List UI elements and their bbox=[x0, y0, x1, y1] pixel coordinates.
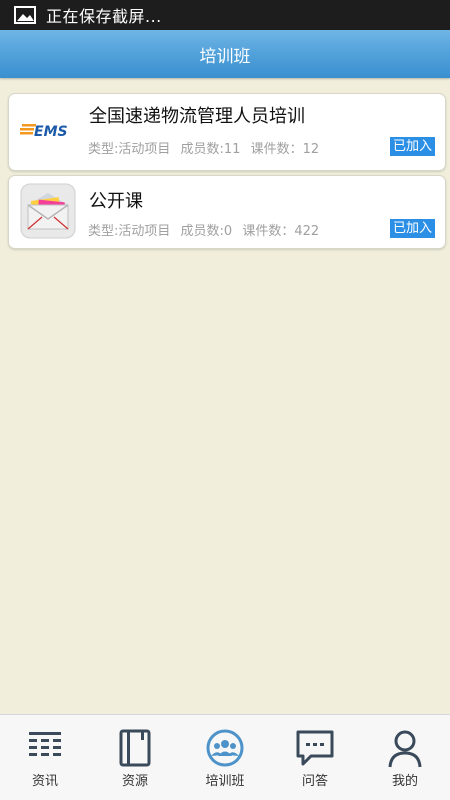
bottom-tab-bar: 资讯 资源 培训班 问答 我的 bbox=[0, 714, 450, 800]
book-icon bbox=[119, 729, 151, 767]
page-title: 培训班 bbox=[199, 46, 251, 67]
course-type: 类型:活动项目 bbox=[88, 142, 171, 157]
course-lessons: 课件数：422 bbox=[242, 224, 320, 239]
svg-text:EMS: EMS bbox=[34, 124, 68, 140]
chat-icon bbox=[296, 730, 334, 766]
tab-me[interactable]: 我的 bbox=[360, 715, 450, 800]
tab-qa[interactable]: 问答 bbox=[270, 715, 360, 800]
user-icon bbox=[388, 730, 422, 768]
status-text: 正在保存截屏... bbox=[46, 7, 162, 26]
course-title: 全国速递物流管理人员培训 bbox=[89, 106, 305, 127]
tab-news[interactable]: 资讯 bbox=[0, 715, 90, 800]
course-members: 成员数:11 bbox=[180, 142, 241, 157]
group-icon bbox=[206, 729, 244, 767]
joined-badge: 已加入 bbox=[389, 137, 435, 156]
tab-label: 资源 bbox=[121, 774, 148, 789]
image-icon bbox=[14, 6, 36, 24]
header-bar: 培训班 bbox=[0, 30, 450, 78]
tab-resources[interactable]: 资源 bbox=[90, 715, 180, 800]
course-type: 类型:活动项目 bbox=[88, 224, 171, 239]
joined-badge: 已加入 bbox=[389, 219, 435, 238]
course-lessons: 课件数：12 bbox=[250, 142, 320, 157]
tab-training[interactable]: 培训班 bbox=[180, 715, 270, 800]
news-icon bbox=[29, 732, 61, 756]
envelope-icon bbox=[20, 183, 76, 239]
course-meta: 类型:活动项目 成员数:0 课件数：422 bbox=[88, 220, 325, 239]
course-title: 公开课 bbox=[89, 191, 143, 212]
tab-label: 问答 bbox=[301, 774, 328, 789]
course-card[interactable]: EMS 全国速递物流管理人员培训 类型:活动项目 成员数:11 课件数：12 已… bbox=[8, 93, 446, 171]
tab-label: 资讯 bbox=[31, 774, 58, 789]
ems-logo: EMS bbox=[20, 124, 68, 140]
course-card[interactable]: 公开课 类型:活动项目 成员数:0 课件数：422 已加入 bbox=[8, 175, 446, 249]
status-bar: 正在保存截屏... bbox=[0, 0, 450, 30]
tab-label: 培训班 bbox=[205, 774, 245, 789]
course-members: 成员数:0 bbox=[180, 224, 233, 239]
course-meta: 类型:活动项目 成员数:11 课件数：12 bbox=[88, 138, 325, 157]
tab-label: 我的 bbox=[391, 774, 418, 789]
